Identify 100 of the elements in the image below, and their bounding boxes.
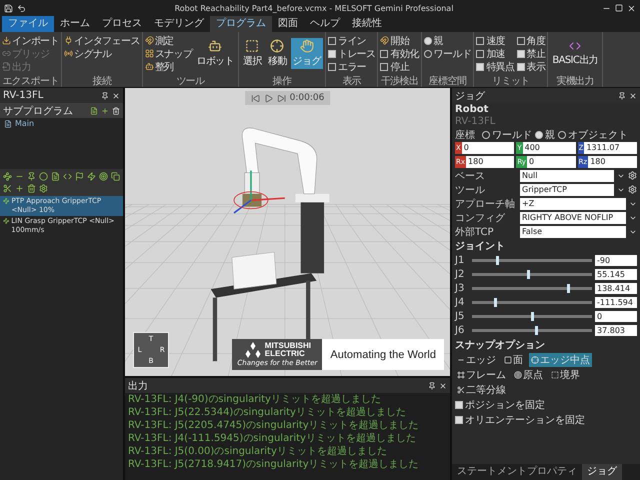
snap-option-button[interactable]: エッジ — [455, 353, 498, 367]
dropdown-field[interactable]: GripperTCP — [520, 184, 614, 196]
dropdown-field[interactable]: +Z — [520, 198, 626, 210]
ribbon-checkbox[interactable]: 角度 — [516, 34, 546, 48]
ribbon-checkbox[interactable]: 表示 — [516, 60, 546, 74]
joint-value-field[interactable]: 55.145 — [595, 269, 637, 280]
pin-icon[interactable] — [101, 92, 109, 100]
target-icon[interactable] — [99, 172, 108, 181]
joint-slider[interactable] — [472, 301, 592, 304]
trash-icon[interactable] — [112, 106, 120, 114]
joint-slider[interactable] — [472, 315, 592, 318]
ribbon-button[interactable]: 整列 — [144, 60, 192, 74]
joint-slider[interactable] — [472, 287, 592, 290]
slider-thumb[interactable] — [567, 284, 570, 293]
checkbox[interactable] — [476, 36, 484, 44]
close-icon[interactable] — [439, 382, 447, 390]
checkbox[interactable] — [380, 50, 388, 58]
menu-tab[interactable]: プロセス — [96, 16, 148, 32]
checkbox[interactable] — [455, 401, 463, 409]
undo-icon[interactable] — [17, 4, 26, 12]
save-icon[interactable] — [4, 4, 13, 12]
radio-button[interactable] — [535, 130, 543, 138]
ribbon-button[interactable]: スナップ — [144, 46, 192, 60]
dropdown-field[interactable]: Null — [520, 170, 614, 182]
scissors-icon[interactable] — [3, 184, 12, 193]
panel-tab[interactable]: ジョグ — [582, 464, 622, 480]
play-icon[interactable] — [264, 94, 273, 102]
ribbon-checkbox[interactable]: ライン — [328, 34, 376, 48]
menu-tab[interactable]: モデリング — [148, 16, 210, 32]
joint-value-field[interactable]: -90 — [595, 255, 637, 266]
menu-tab[interactable]: ファイル — [2, 16, 54, 32]
ribbon-large-button[interactable]: ロボット — [194, 38, 236, 69]
coordinate-radio[interactable]: オブジェクト — [558, 128, 628, 142]
ribbon-checkbox[interactable]: エラー — [328, 60, 376, 74]
panel-tab[interactable]: ステートメントプロパティ — [452, 464, 582, 480]
maximize-icon[interactable] — [615, 4, 623, 12]
ribbon-checkbox[interactable]: 速度 — [476, 34, 514, 48]
settings-icon[interactable] — [628, 171, 637, 180]
checkbox[interactable] — [476, 50, 484, 58]
ribbon-radio[interactable]: 親 — [424, 34, 472, 48]
ribbon-button[interactable]: シグナル — [64, 46, 140, 60]
snap-option-button[interactable]: フレーム — [455, 368, 508, 382]
flag-icon[interactable] — [75, 172, 84, 181]
ribbon-button[interactable]: インポート — [2, 34, 60, 48]
settings-icon[interactable] — [39, 184, 48, 193]
ribbon-checkbox[interactable]: 加速 — [476, 46, 514, 60]
ribbon-large-button[interactable]: 移動 — [266, 38, 289, 69]
ribbon-checkbox[interactable]: 停止 — [380, 60, 419, 74]
snap-option-button[interactable]: 面 — [502, 353, 525, 367]
menu-tab[interactable]: ヘルプ — [304, 16, 346, 32]
checkbox[interactable] — [455, 416, 463, 424]
lock-checkbox[interactable]: ポジションを固定 — [455, 398, 637, 412]
joint-slider[interactable] — [472, 259, 592, 262]
lock-checkbox[interactable]: オリエンテーションを固定 — [455, 413, 637, 427]
checkbox[interactable] — [328, 62, 336, 70]
menu-tab[interactable]: 接続性 — [346, 16, 388, 32]
pin-icon[interactable] — [27, 172, 36, 181]
radio-button[interactable] — [558, 130, 566, 138]
circle-icon[interactable] — [39, 172, 48, 181]
ribbon-button[interactable]: 開始 — [380, 34, 419, 48]
pin-icon[interactable] — [428, 382, 436, 390]
dropdown-field[interactable]: RIGHTY ABOVE NOFLIP — [520, 212, 626, 224]
slider-thumb[interactable] — [496, 256, 500, 265]
skip-forward-icon[interactable] — [276, 94, 286, 102]
joint-slider[interactable] — [472, 329, 592, 332]
checkbox[interactable] — [380, 62, 388, 70]
checkbox[interactable] — [328, 36, 336, 44]
checkbox[interactable] — [516, 62, 524, 70]
coordinate-radio[interactable]: ワールド — [482, 128, 532, 142]
joint-slider[interactable] — [472, 273, 592, 276]
close-icon[interactable] — [629, 92, 637, 100]
plus-icon[interactable] — [15, 184, 24, 193]
zap-icon[interactable] — [87, 172, 96, 181]
joint-value-field[interactable]: -111.594 — [595, 297, 637, 308]
joint-value-field[interactable]: 138.414 — [595, 283, 637, 294]
document-icon[interactable] — [90, 106, 98, 114]
joint-value-field[interactable]: 37.803 — [595, 325, 637, 336]
ribbon-button[interactable]: インタフェース — [64, 34, 140, 48]
skip-back-icon[interactable] — [250, 94, 260, 102]
checkbox[interactable] — [516, 36, 524, 44]
close-icon[interactable] — [627, 4, 636, 12]
section-title[interactable]: ジョイント — [455, 239, 637, 253]
ribbon-button[interactable]: 測定 — [144, 34, 192, 48]
slider-thumb[interactable] — [534, 326, 538, 335]
snap-option-button[interactable]: 原点 — [512, 368, 545, 382]
checkbox[interactable] — [328, 50, 336, 58]
section-title[interactable]: Robot — [455, 104, 637, 115]
radio-button[interactable] — [424, 50, 432, 58]
subprogram-item[interactable]: Main — [0, 118, 123, 129]
slider-thumb[interactable] — [494, 298, 497, 307]
radio-button[interactable] — [424, 36, 432, 44]
ribbon-checkbox[interactable]: 特異点 — [476, 60, 514, 74]
coordinate-radio[interactable]: 親 — [535, 128, 555, 142]
copy-icon[interactable] — [111, 172, 120, 181]
ribbon-large-button[interactable]: 選択 — [241, 38, 264, 69]
dropdown-field[interactable]: False — [520, 226, 626, 238]
ribbon-radio[interactable]: ワールド — [424, 46, 472, 60]
slider-thumb[interactable] — [531, 312, 534, 321]
ribbon-checkbox[interactable]: 有効化 — [380, 46, 419, 60]
code-icon[interactable] — [63, 172, 72, 181]
